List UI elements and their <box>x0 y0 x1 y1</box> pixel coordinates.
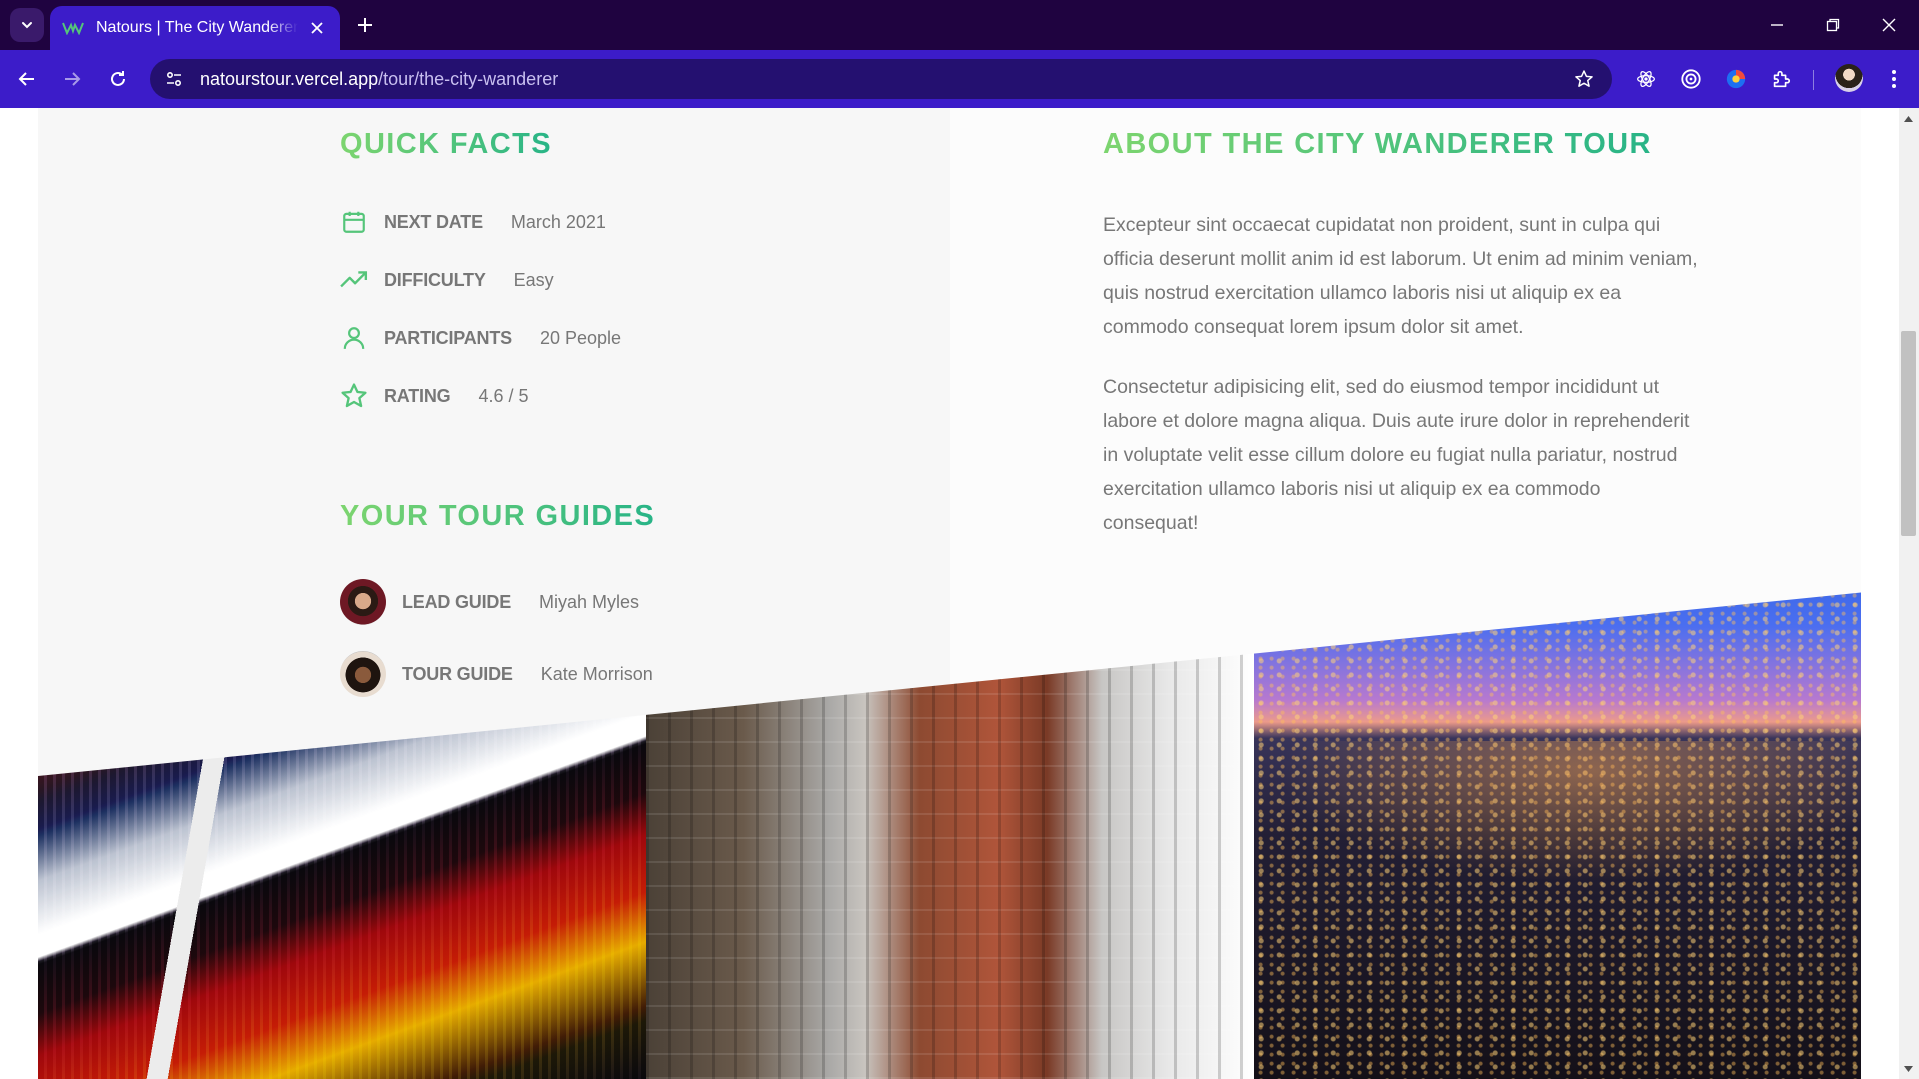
fact-rating: RATING 4.6 / 5 <box>340 380 529 412</box>
reload-icon <box>111 71 125 86</box>
url-host: natourstour.vercel.app <box>200 68 379 89</box>
tab-search-button[interactable] <box>10 8 44 42</box>
url-text: natourstour.vercel.app/tour/the-city-wan… <box>200 69 558 90</box>
fact-label: PARTICIPANTS <box>384 327 512 348</box>
about-heading: ABOUT THE CITY WANDERER TOUR <box>1103 128 1652 160</box>
arrow-right-icon <box>65 72 81 86</box>
guide-name: Kate Morrison <box>540 663 653 684</box>
forward-button[interactable] <box>58 65 86 93</box>
color-picker-extension-icon[interactable] <box>1722 65 1750 93</box>
quick-facts-heading: QUICK FACTS <box>340 128 552 160</box>
back-button[interactable] <box>13 65 41 93</box>
guide-name: Miyah Myles <box>539 591 640 612</box>
page-scrollbar[interactable] <box>1899 108 1919 1079</box>
guide-avatar <box>340 651 386 697</box>
minimize-icon <box>1771 24 1783 26</box>
close-tab-icon[interactable] <box>306 17 328 39</box>
about-paragraph: Excepteur sint occaecat cupidatat non pr… <box>1103 214 1698 338</box>
fact-value: Easy <box>513 269 554 290</box>
browser-toolbar: natourstour.vercel.app/tour/the-city-wan… <box>0 50 1919 108</box>
target-extension-icon[interactable] <box>1677 65 1705 93</box>
about-paragraph: Consectetur adipisicing elit, sed do eiu… <box>1103 376 1690 534</box>
scroll-down-arrow-icon[interactable] <box>1901 1062 1916 1076</box>
fact-label: NEXT DATE <box>384 211 483 232</box>
restore-icon <box>1826 18 1840 32</box>
close-window-button[interactable] <box>1876 12 1902 38</box>
browser-tab-active[interactable]: Natours | The City Wanderer Tour <box>50 6 340 50</box>
more-menu-icon[interactable] <box>1880 65 1908 93</box>
fact-difficulty: DIFFICULTY Easy <box>340 264 554 296</box>
close-icon <box>1882 18 1896 32</box>
address-bar[interactable]: natourstour.vercel.app/tour/the-city-wan… <box>150 59 1612 99</box>
plus-icon <box>358 18 372 32</box>
guide-role: TOUR GUIDE <box>402 663 513 684</box>
arrow-left-icon <box>18 72 34 86</box>
extensions-puzzle-icon[interactable] <box>1767 65 1795 93</box>
tab-title: Natours | The City Wanderer Tour <box>96 19 298 36</box>
react-devtools-icon[interactable] <box>1632 65 1660 93</box>
restore-button[interactable] <box>1820 12 1846 38</box>
guide-tour: TOUR GUIDE Kate Morrison <box>340 651 653 697</box>
browser-tab-strip: Natours | The City Wanderer Tour <box>0 0 1919 50</box>
toolbar-separator <box>1813 70 1814 90</box>
fact-participants: PARTICIPANTS 20 People <box>340 322 621 354</box>
url-path: /tour/the-city-wanderer <box>378 68 559 89</box>
minimize-button[interactable] <box>1764 12 1790 38</box>
chevron-down-icon <box>22 22 32 29</box>
guide-role: LEAD GUIDE <box>402 591 512 612</box>
calendar-icon <box>340 208 368 236</box>
profile-avatar[interactable] <box>1835 64 1863 92</box>
scroll-up-arrow-icon[interactable] <box>1901 112 1916 126</box>
site-info-icon[interactable] <box>162 67 186 91</box>
guide-lead: LEAD GUIDE Miyah Myles <box>340 579 639 625</box>
tour-description-section: QUICK FACTS NEXT DATE March 2021 DIFFICU… <box>38 108 1861 1079</box>
bookmark-star-icon[interactable] <box>1572 67 1596 91</box>
tour-guides-heading: YOUR TOUR GUIDES <box>340 500 656 532</box>
star-icon <box>340 382 368 410</box>
page-scrollbar-thumb[interactable] <box>1901 331 1916 536</box>
fact-next-date: NEXT DATE March 2021 <box>340 206 606 238</box>
reload-button[interactable] <box>104 65 132 93</box>
fact-label: RATING <box>384 385 451 406</box>
new-tab-button[interactable] <box>352 12 378 38</box>
user-icon <box>340 324 368 352</box>
page-viewport: QUICK FACTS NEXT DATE March 2021 DIFFICU… <box>0 108 1919 1079</box>
natours-favicon-icon <box>62 19 86 37</box>
fact-value: 20 People <box>539 327 622 348</box>
guide-avatar <box>340 579 386 625</box>
fact-label: DIFFICULTY <box>384 269 486 290</box>
fact-value: 4.6 / 5 <box>478 385 529 406</box>
trending-up-icon <box>340 266 368 294</box>
fact-value: March 2021 <box>510 211 606 232</box>
